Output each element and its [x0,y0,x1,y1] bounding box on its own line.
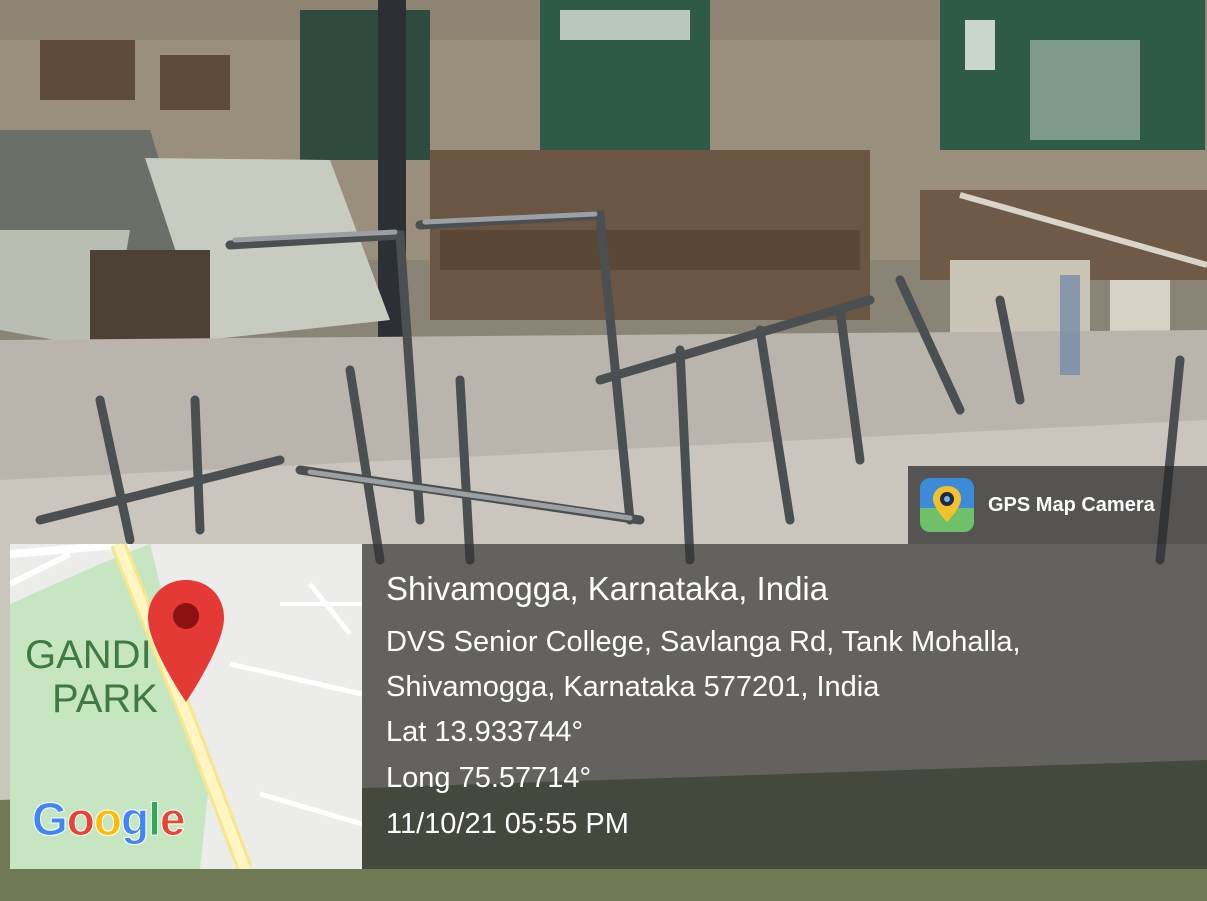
location-pin-icon [148,580,224,702]
gps-camera-icon [920,478,974,532]
app-name: GPS Map Camera [988,493,1155,516]
location-info-panel: Shivamogga, Karnataka, India DVS Senior … [362,544,1207,869]
google-letter: l [148,793,162,846]
google-letter: g [120,793,149,846]
address-line-1: DVS Senior College, Savlanga Rd, Tank Mo… [386,626,1021,658]
google-letter: o [93,793,122,846]
place-title: Shivamogga, Karnataka, India [386,570,829,607]
google-letter: G [32,793,69,846]
map-thumbnail: GANDI PARK Google [10,544,362,869]
google-letter: e [159,793,186,846]
timestamp: 11/10/21 05:55 PM [386,808,629,840]
map-park-label-line1: GANDI [25,633,152,677]
latitude: Lat 13.933744° [386,716,584,748]
app-watermark: GPS Map Camera [908,466,1207,544]
google-logo: Google [32,792,186,846]
address-line-2: Shivamogga, Karnataka 577201, India [386,671,880,703]
map-park-label-line2: PARK [52,677,158,721]
google-letter: o [66,793,95,846]
longitude: Long 75.57714° [386,762,592,794]
